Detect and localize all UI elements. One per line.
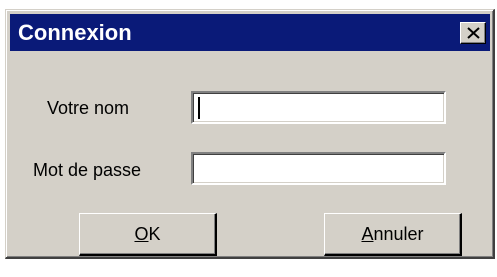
name-input[interactable]: [191, 91, 446, 124]
close-button[interactable]: [460, 22, 486, 44]
close-icon: [467, 27, 480, 39]
cancel-label-rest: nnuler: [373, 224, 424, 244]
name-label: Votre nom: [47, 98, 130, 118]
dialog-title: Connexion: [18, 20, 132, 45]
password-input[interactable]: [191, 152, 446, 185]
password-label: Mot de passe: [33, 160, 142, 180]
login-dialog: Connexion Votre nom Mot de passe OK Annu…: [5, 9, 495, 259]
cancel-mnemonic: A: [361, 224, 374, 244]
ok-mnemonic: O: [134, 224, 149, 244]
ok-button[interactable]: OK: [79, 213, 217, 256]
ok-label-rest: K: [148, 224, 161, 244]
title-bar[interactable]: Connexion: [10, 14, 490, 51]
text-cursor: [198, 97, 200, 119]
cancel-button[interactable]: Annuler: [324, 213, 462, 256]
